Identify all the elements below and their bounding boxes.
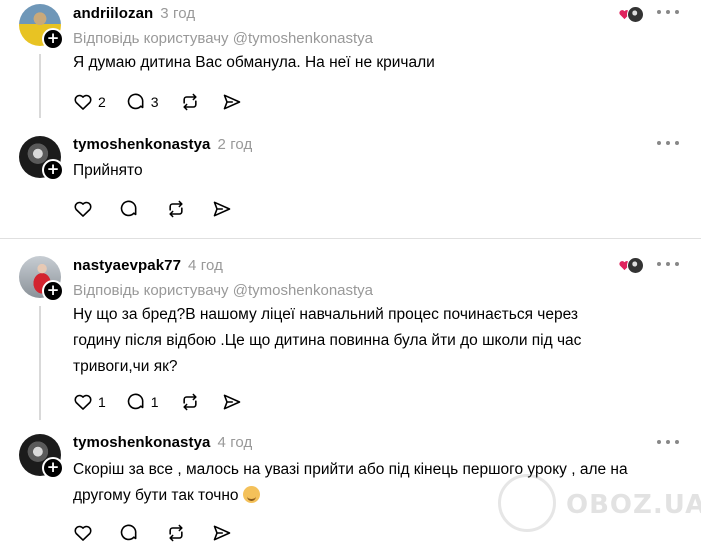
comment-bubble-icon [120, 524, 137, 541]
post-text-line: Я думаю дитина Вас обманула. На неї не к… [73, 54, 435, 71]
repost-icon [182, 93, 197, 111]
send-icon [213, 525, 231, 541]
username[interactable]: andriilozan 3 год [73, 5, 195, 22]
timestamp: 2 год [217, 136, 253, 153]
like-button[interactable]: 2 [73, 92, 106, 112]
reply-to-label[interactable]: Відповідь користувачу @tymoshenkonastya [73, 30, 373, 47]
more-dots-icon[interactable] [657, 10, 679, 16]
username[interactable]: tymoshenkonastya 2 год [73, 136, 252, 153]
send-icon [223, 394, 240, 410]
post-divider [0, 238, 701, 239]
username-text[interactable]: tymoshenkonastya [73, 136, 210, 153]
post-text-line: годину після відбою .Це що дитина повинн… [73, 332, 582, 349]
action-bar: 2 3 [73, 90, 263, 114]
timestamp: 3 год [160, 5, 196, 22]
liker-avatar [627, 6, 644, 23]
follow-plus-icon[interactable]: + [42, 280, 64, 302]
username-text[interactable]: andriilozan [73, 5, 153, 22]
thread-line [39, 54, 41, 118]
timestamp: 4 год [188, 257, 223, 274]
like-button[interactable] [73, 199, 93, 219]
username-text[interactable]: nastyaevpak77 [73, 257, 181, 274]
more-dots-icon[interactable] [657, 262, 679, 268]
share-button[interactable] [221, 92, 243, 112]
repost-icon [169, 524, 183, 542]
username[interactable]: tymoshenkonastya 4 год [73, 434, 252, 451]
post-text: Прийнято [73, 158, 673, 184]
repost-button[interactable] [179, 392, 201, 412]
action-bar [73, 197, 253, 221]
watermark-text: OBOZ.UA [566, 490, 701, 520]
repost-icon [182, 393, 197, 411]
comment-bubble-icon [120, 200, 137, 217]
comment-button[interactable]: 1 [126, 392, 159, 412]
like-count: 2 [98, 94, 106, 110]
share-button[interactable] [221, 392, 243, 412]
follow-plus-icon[interactable]: + [42, 457, 64, 479]
comment-button[interactable]: 3 [126, 92, 159, 112]
post-text: Ну що за бред?В нашому ліцеї навчальний … [73, 302, 673, 380]
heart-icon [74, 201, 92, 217]
more-dots-icon[interactable] [657, 141, 679, 147]
username[interactable]: nastyaevpak77 4 год [73, 257, 223, 274]
smiling-face-emoji-icon [242, 486, 260, 503]
post-text-line: Прийнято [73, 162, 143, 179]
share-button[interactable] [211, 523, 233, 543]
action-bar [73, 521, 253, 545]
repost-icon [169, 200, 183, 218]
post-text: Я думаю дитина Вас обманула. На неї не к… [73, 50, 673, 76]
timestamp: 4 год [217, 434, 253, 451]
heart-icon [74, 94, 92, 110]
action-bar: 1 1 [73, 390, 263, 414]
send-icon [213, 201, 231, 217]
liked-by-indicator[interactable] [619, 6, 644, 23]
heart-icon [74, 525, 92, 541]
oboz-logo-icon [498, 474, 556, 532]
username-text[interactable]: tymoshenkonastya [73, 434, 210, 451]
thread-line [39, 306, 41, 420]
comment-count: 1 [150, 394, 159, 410]
repost-button[interactable] [179, 92, 201, 112]
follow-plus-icon[interactable]: + [42, 159, 64, 181]
oboz-watermark: OBOZ.UA [498, 474, 701, 536]
comment-bubble-icon [127, 393, 144, 410]
post-text-line: Ну що за бред?В нашому ліцеї навчальний … [73, 306, 578, 323]
post-text-line: тривоги,чи як? [73, 358, 178, 375]
heart-icon [74, 394, 92, 410]
like-button[interactable] [73, 523, 93, 543]
share-button[interactable] [211, 199, 233, 219]
repost-button[interactable] [165, 199, 187, 219]
reply-to-label[interactable]: Відповідь користувачу @tymoshenkonastya [73, 282, 373, 299]
send-icon [223, 94, 240, 110]
comment-count: 3 [150, 94, 159, 110]
follow-plus-icon[interactable]: + [42, 28, 64, 50]
comment-button[interactable] [119, 199, 139, 219]
comment-button[interactable] [119, 523, 139, 543]
liker-avatar [627, 257, 644, 274]
comment-bubble-icon [127, 93, 144, 110]
like-count: 1 [98, 394, 106, 410]
more-dots-icon[interactable] [657, 440, 679, 446]
like-button[interactable]: 1 [73, 392, 106, 412]
liked-by-indicator[interactable] [619, 257, 644, 274]
repost-button[interactable] [165, 523, 187, 543]
post-text-line-text: другому бути так точно [73, 487, 239, 504]
